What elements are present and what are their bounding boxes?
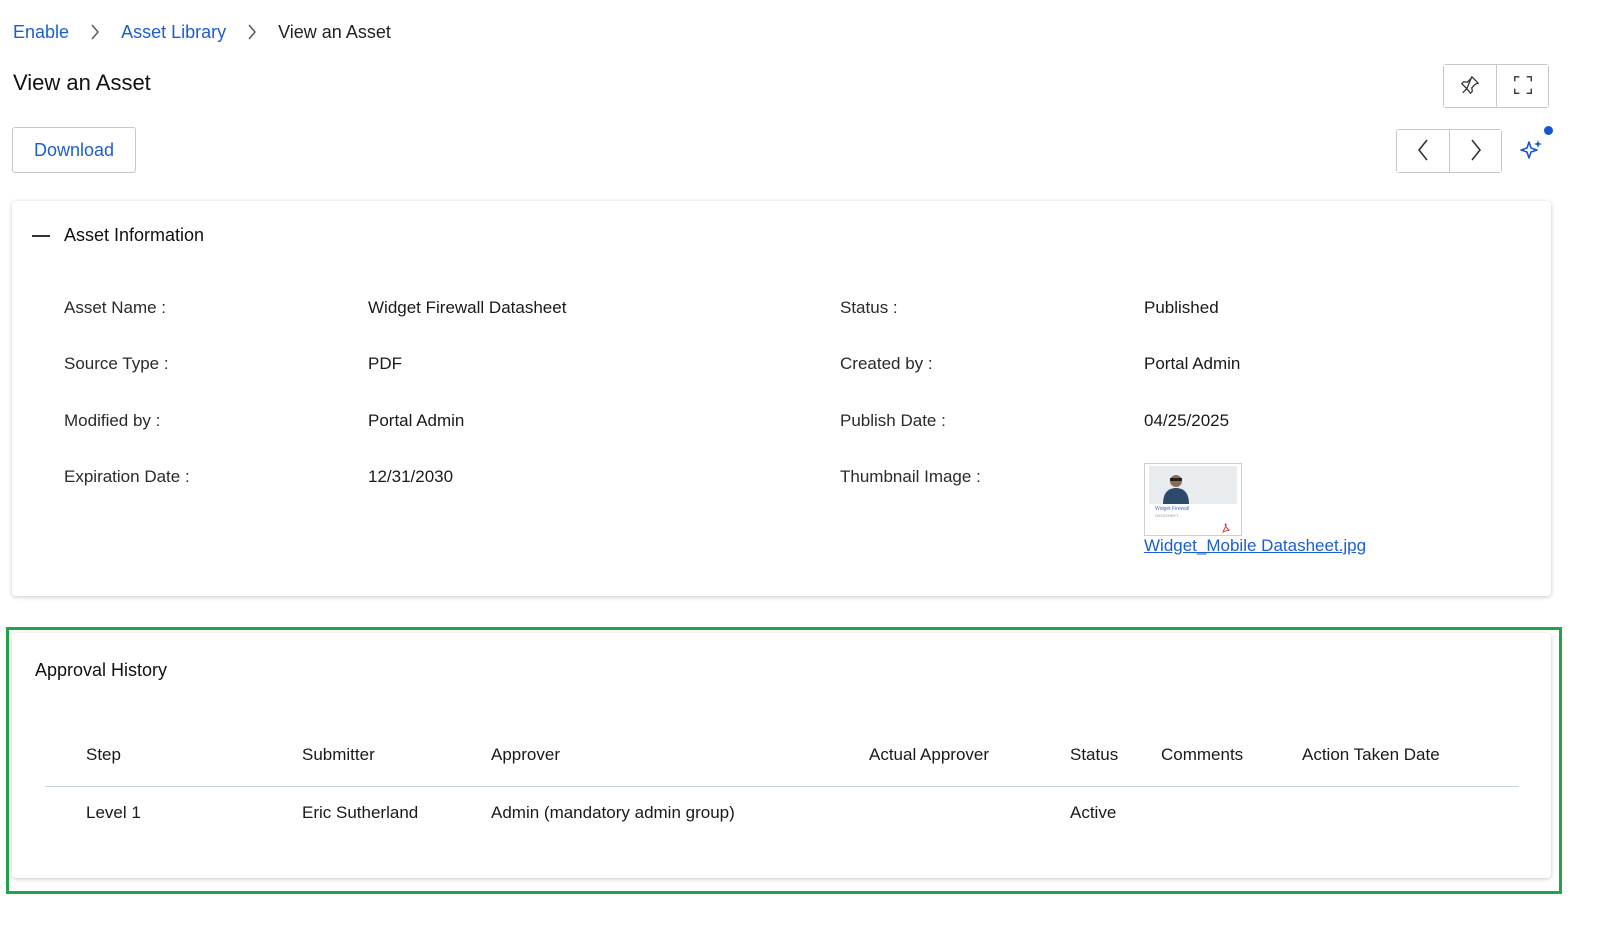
chevron-right-icon — [240, 20, 264, 44]
asset-name-value: Widget Firewall Datasheet — [368, 298, 567, 317]
asset-information-card: Asset Information Asset Name : Widget Fi… — [12, 201, 1551, 596]
thumbnail-photo — [1149, 466, 1237, 504]
status-value: Published — [1144, 298, 1219, 317]
pin-icon — [1459, 74, 1481, 99]
thumbnail-caption: Widget Firewall — [1155, 506, 1190, 512]
created-by-value: Portal Admin — [1144, 354, 1241, 373]
previous-button[interactable] — [1397, 130, 1449, 172]
fullscreen-button[interactable] — [1496, 65, 1548, 107]
column-header-action-taken-date: Action Taken Date — [1302, 745, 1440, 764]
asset-name-label: Asset Name : — [64, 298, 167, 317]
created-by-label: Created by : — [840, 354, 933, 373]
breadcrumb: Enable Asset Library View an Asset — [13, 20, 391, 44]
cell-approver: Admin (mandatory admin group) — [491, 803, 735, 822]
notification-dot — [1544, 126, 1553, 135]
column-header-actual-approver: Actual Approver — [869, 745, 990, 764]
record-navigation-group — [1396, 129, 1502, 173]
source-type-label: Source Type : — [64, 354, 169, 373]
approval-history-title: Approval History — [35, 660, 168, 680]
chevron-left-icon — [1416, 138, 1430, 165]
publish-date-value: 04/25/2025 — [1144, 411, 1230, 430]
source-type-value: PDF — [368, 354, 402, 373]
breadcrumb-current: View an Asset — [278, 21, 391, 42]
cell-status: Active — [1070, 803, 1117, 822]
pdf-icon — [1222, 523, 1230, 533]
breadcrumb-link-asset-library[interactable]: Asset Library — [121, 22, 226, 43]
ai-assistant-button[interactable] — [1518, 137, 1544, 163]
cell-step: Level 1 — [86, 803, 141, 822]
sparkle-icon — [1518, 140, 1544, 167]
thumbnail-preview[interactable]: Widget Firewall DATASHEET — [1144, 463, 1242, 536]
thumbnail-file-link[interactable]: Widget_Mobile Datasheet.jpg — [1144, 536, 1366, 556]
status-label: Status : — [840, 298, 898, 317]
approval-history-card: Approval History Step Submitter Approver… — [12, 633, 1551, 878]
expiration-date-value: 12/31/2030 — [368, 467, 454, 486]
breadcrumb-link-enable[interactable]: Enable — [13, 22, 69, 43]
pin-button[interactable] — [1444, 65, 1496, 107]
table-header-divider — [45, 786, 1519, 787]
person-illustration — [1157, 470, 1191, 504]
next-button[interactable] — [1449, 130, 1501, 172]
chevron-right-icon — [1469, 138, 1483, 165]
modified-by-label: Modified by : — [64, 411, 161, 430]
page-title: View an Asset — [13, 70, 151, 95]
thumbnail-subcaption: DATASHEET — [1155, 513, 1179, 518]
cell-submitter: Eric Sutherland — [302, 803, 419, 822]
expiration-date-label: Expiration Date : — [64, 467, 190, 486]
download-button[interactable]: Download — [12, 127, 136, 173]
view-options-group — [1443, 64, 1549, 108]
section-title: Asset Information — [64, 225, 205, 245]
publish-date-label: Publish Date : — [840, 411, 946, 430]
column-header-submitter: Submitter — [302, 745, 375, 764]
column-header-step: Step — [86, 745, 121, 764]
expand-icon — [1512, 74, 1534, 99]
thumbnail-image-label: Thumbnail Image : — [840, 467, 981, 486]
collapse-icon — [32, 234, 50, 237]
modified-by-value: Portal Admin — [368, 411, 465, 430]
column-header-status: Status — [1070, 745, 1119, 764]
asset-information-toggle[interactable]: Asset Information — [32, 225, 204, 246]
chevron-right-icon — [83, 20, 107, 44]
column-header-approver: Approver — [491, 745, 560, 764]
column-header-comments: Comments — [1161, 745, 1244, 764]
